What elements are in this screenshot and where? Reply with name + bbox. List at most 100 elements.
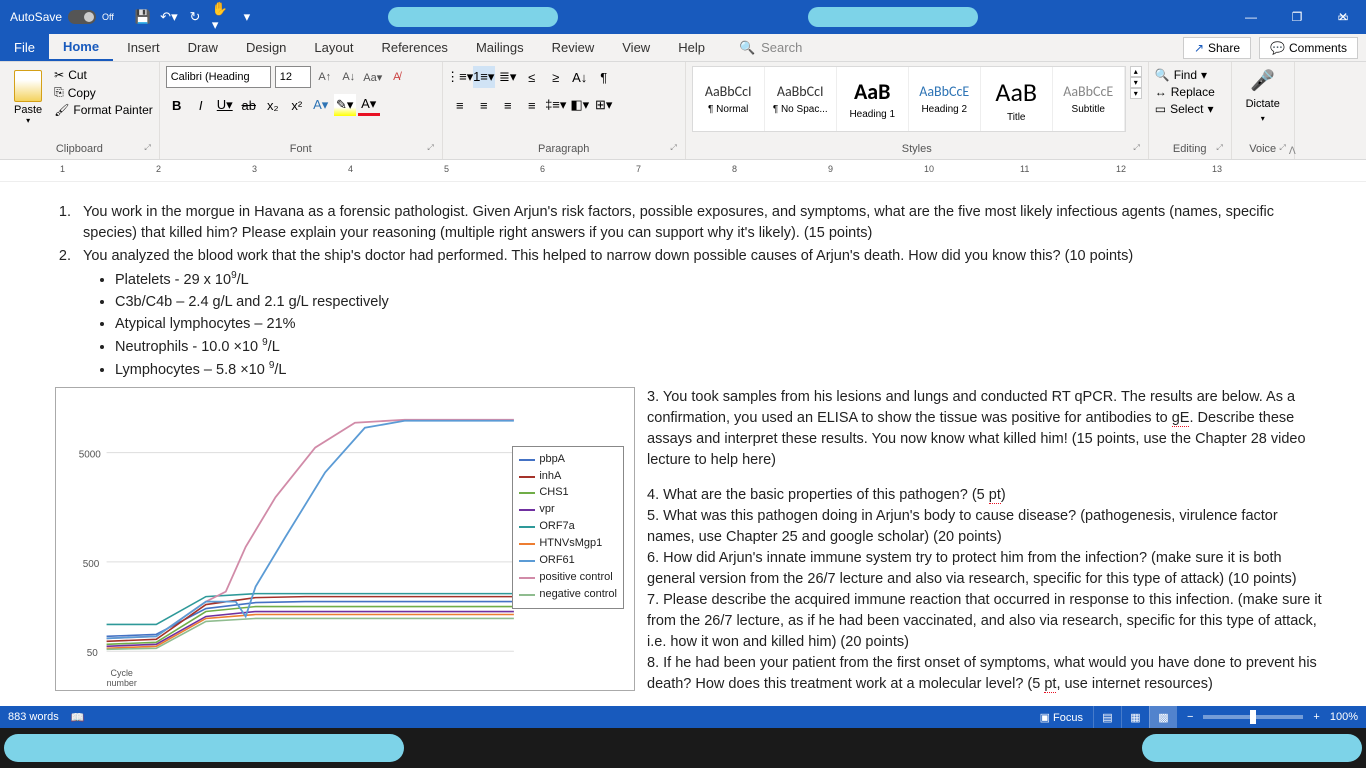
text-effects-button[interactable]: A▾ <box>310 94 332 116</box>
change-case-button[interactable]: Aa▾ <box>363 67 383 87</box>
align-right-button[interactable]: ≡ <box>497 94 519 116</box>
grow-font-button[interactable]: A↑ <box>315 67 335 87</box>
find-button[interactable]: 🔍Find ▾ <box>1155 68 1207 82</box>
replace-icon: ↔ <box>1155 85 1167 99</box>
question-1: You work in the morgue in Havana as a fo… <box>75 202 1326 244</box>
question-2: You analyzed the blood work that the shi… <box>75 246 1326 267</box>
redacted-account <box>808 7 978 27</box>
decrease-indent-button[interactable]: ≤ <box>521 66 543 88</box>
undo-icon[interactable]: ↶▾ <box>160 8 178 26</box>
collapse-ribbon-icon[interactable]: ᐱ <box>1289 146 1296 157</box>
search-box[interactable]: 🔍 Search <box>739 34 802 61</box>
style-more-button[interactable]: ▾ <box>1130 88 1142 99</box>
legend-positive-control: positive control <box>519 570 617 586</box>
group-font: A↑ A↓ Aa▾ A̸ B I U▾ ab x₂ x² A▾ ✎▾ A▾ Fo… <box>160 62 443 159</box>
print-layout-button[interactable]: ▦ <box>1121 706 1149 728</box>
tab-references[interactable]: References <box>367 34 461 61</box>
bullet-atypical: Atypical lymphocytes – 21% <box>115 314 1326 335</box>
microphone-icon[interactable]: 🎤 <box>1251 66 1275 94</box>
clear-formatting-button[interactable]: A̸ <box>387 67 407 87</box>
ruler[interactable]: 12345678910111213 <box>0 160 1366 182</box>
redo-icon[interactable]: ↻ <box>186 8 204 26</box>
style-subtitle[interactable]: AaBbCcESubtitle <box>1053 67 1125 131</box>
tab-help[interactable]: Help <box>664 34 719 61</box>
font-name-input[interactable] <box>166 66 271 88</box>
tab-mailings[interactable]: Mailings <box>462 34 538 61</box>
tab-design[interactable]: Design <box>232 34 300 61</box>
customize-qat-icon[interactable]: ▾ <box>238 8 256 26</box>
style-gallery[interactable]: AaBbCcI¶ NormalAaBbCcI¶ No Spac...AaBHea… <box>692 66 1126 132</box>
tab-home[interactable]: Home <box>49 34 113 61</box>
font-color-button[interactable]: A▾ <box>358 94 380 116</box>
word-count[interactable]: 883 words <box>8 711 59 723</box>
zoom-level[interactable]: 100% <box>1330 711 1358 723</box>
autosave-toggle[interactable]: AutoSave Off <box>0 10 124 24</box>
save-icon[interactable]: 💾 <box>134 8 152 26</box>
tab-insert[interactable]: Insert <box>113 34 174 61</box>
align-center-button[interactable]: ≡ <box>473 94 495 116</box>
tab-view[interactable]: View <box>608 34 664 61</box>
format-painter-button[interactable]: 🖌Format Painter <box>54 103 153 117</box>
comments-button[interactable]: 💬Comments <box>1259 37 1358 59</box>
borders-button[interactable]: ⊞▾ <box>593 94 615 116</box>
highlight-button[interactable]: ✎▾ <box>334 94 356 116</box>
read-mode-button[interactable]: ▤ <box>1093 706 1121 728</box>
italic-button[interactable]: I <box>190 94 212 116</box>
replace-button[interactable]: ↔Replace <box>1155 85 1215 99</box>
shading-button[interactable]: ◧▾ <box>569 94 591 116</box>
taskbar <box>0 728 1366 768</box>
tab-review[interactable]: Review <box>538 34 609 61</box>
bold-button[interactable]: B <box>166 94 188 116</box>
style-heading-2[interactable]: AaBbCcEHeading 2 <box>909 67 981 131</box>
web-layout-button[interactable]: ▩ <box>1149 706 1177 728</box>
style-down-button[interactable]: ▾ <box>1130 77 1142 88</box>
question-5: 5. What was this pathogen doing in Arjun… <box>647 506 1326 548</box>
bullets-button[interactable]: ⋮≡▾ <box>449 66 471 88</box>
subscript-button[interactable]: x₂ <box>262 94 284 116</box>
document-area[interactable]: You work in the morgue in Havana as a fo… <box>0 182 1366 706</box>
legend-HTNVsMgp1: HTNVsMgp1 <box>519 536 617 552</box>
style---no-spac---[interactable]: AaBbCcI¶ No Spac... <box>765 67 837 131</box>
touch-icon[interactable]: ✋▾ <box>212 8 230 26</box>
justify-button[interactable]: ≡ <box>521 94 543 116</box>
search-placeholder: Search <box>761 40 802 55</box>
style-up-button[interactable]: ▴ <box>1130 66 1142 77</box>
font-size-input[interactable] <box>275 66 311 88</box>
select-button[interactable]: ▭Select ▾ <box>1155 102 1214 116</box>
svg-text:Cycle: Cycle <box>111 668 133 678</box>
style-title[interactable]: AaBTitle <box>981 67 1053 131</box>
focus-button[interactable]: ▣ Focus <box>1040 711 1083 724</box>
share-button[interactable]: ↗Share <box>1183 37 1251 59</box>
zoom-in-button[interactable]: + <box>1313 711 1319 723</box>
increase-indent-button[interactable]: ≥ <box>545 66 567 88</box>
chart-legend: pbpAinhACHS1vprORF7aHTNVsMgp1ORF61positi… <box>512 446 624 609</box>
legend-inhA: inhA <box>519 469 617 485</box>
tab-draw[interactable]: Draw <box>174 34 232 61</box>
select-icon: ▭ <box>1155 102 1166 116</box>
tab-file[interactable]: File <box>0 34 49 61</box>
show-marks-button[interactable]: ¶ <box>593 66 615 88</box>
shrink-font-button[interactable]: A↓ <box>339 67 359 87</box>
sort-button[interactable]: A↓ <box>569 66 591 88</box>
maximize-button[interactable]: ❐ <box>1274 0 1320 34</box>
minimize-button[interactable]: — <box>1228 0 1274 34</box>
underline-button[interactable]: U▾ <box>214 94 236 116</box>
style---normal[interactable]: AaBbCcI¶ Normal <box>693 67 765 131</box>
proofing-icon[interactable]: 📖 <box>71 711 85 724</box>
style-heading-1[interactable]: AaBHeading 1 <box>837 67 909 131</box>
copy-button[interactable]: ⎘Copy <box>54 85 153 100</box>
line-spacing-button[interactable]: ‡≡▾ <box>545 94 567 116</box>
close-button[interactable]: ✕ <box>1320 0 1366 34</box>
paste-button[interactable]: Paste ▾ <box>6 66 50 129</box>
align-left-button[interactable]: ≡ <box>449 94 471 116</box>
tab-layout[interactable]: Layout <box>300 34 367 61</box>
cut-button[interactable]: ✂Cut <box>54 68 153 82</box>
zoom-out-button[interactable]: − <box>1187 711 1193 723</box>
superscript-button[interactable]: x² <box>286 94 308 116</box>
redacted-taskbar-left <box>4 734 404 762</box>
multilevel-button[interactable]: ≣▾ <box>497 66 519 88</box>
zoom-slider[interactable] <box>1203 715 1303 719</box>
numbering-button[interactable]: 1≡▾ <box>473 66 495 88</box>
bullet-c3b: C3b/C4b – 2.4 g/L and 2.1 g/L respective… <box>115 292 1326 313</box>
strike-button[interactable]: ab <box>238 94 260 116</box>
